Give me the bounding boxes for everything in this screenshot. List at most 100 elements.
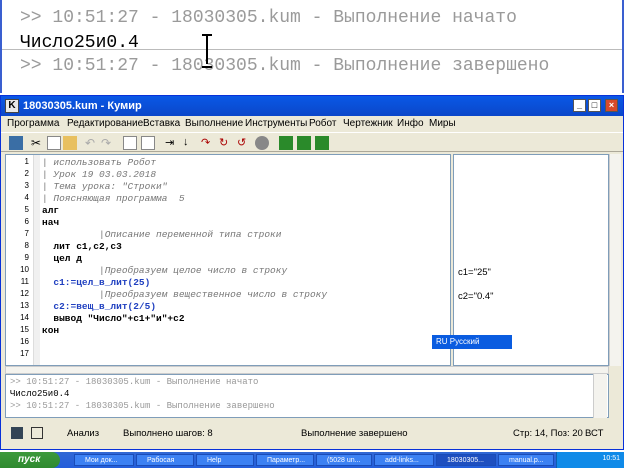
undo-icon[interactable]: ↶ bbox=[85, 136, 99, 150]
status-state: Выполнение завершено bbox=[301, 428, 408, 439]
save-status-icon[interactable] bbox=[11, 427, 23, 439]
editor-horizontal-scrollbar[interactable] bbox=[5, 366, 609, 374]
console-line-end: >> 10:51:27 - 18030305.kum - Выполнение … bbox=[10, 401, 275, 411]
line-number: 2 bbox=[24, 169, 29, 178]
kumir-app-icon: K bbox=[5, 99, 19, 113]
code-line: лит c1,c2,c3 bbox=[42, 241, 122, 252]
line-number: 9 bbox=[24, 253, 29, 262]
title-bar[interactable]: K 18030305.kum - Кумир _ □ × bbox=[1, 96, 623, 116]
zoom-line-output: Число25и0.4 bbox=[20, 33, 139, 53]
code-line: |Преобразуем целое число в строку bbox=[42, 265, 288, 276]
code-line: | Урок 19 03.03.2018 bbox=[42, 169, 157, 180]
taskbar-item[interactable]: manual.p... bbox=[498, 454, 554, 466]
robot-grid-icon[interactable] bbox=[279, 136, 293, 150]
line-number: 7 bbox=[24, 229, 29, 238]
margin-value-c1: c1="25" bbox=[458, 267, 491, 278]
code-line: кон bbox=[42, 325, 60, 336]
code-line: c2:=вещ_в_лит(2/5) bbox=[42, 301, 157, 312]
code-editor[interactable]: 1 2 3 4 5 6 7 8 9 10 11 12 13 14 15 16 1… bbox=[5, 154, 451, 366]
line-number-gutter: 1 2 3 4 5 6 7 8 9 10 11 12 13 14 15 16 1… bbox=[6, 155, 34, 365]
line-number: 4 bbox=[24, 193, 29, 202]
field-icon[interactable] bbox=[315, 136, 329, 150]
indent-icon[interactable] bbox=[123, 136, 137, 150]
console-scrollbar[interactable] bbox=[593, 374, 607, 418]
line-number: 11 bbox=[20, 277, 29, 286]
taskbar-item[interactable]: (5028 un... bbox=[316, 454, 372, 466]
margin-value-c2: c2="0.4" bbox=[458, 291, 494, 302]
taskbar-item[interactable]: Параметр... bbox=[256, 454, 314, 466]
code-line: |Описание переменной типа строки bbox=[42, 229, 282, 240]
line-number: 1 bbox=[24, 157, 29, 166]
code-line: цел д bbox=[42, 253, 82, 264]
close-button[interactable]: × bbox=[605, 99, 618, 112]
line-number: 15 bbox=[20, 325, 29, 334]
redo-icon[interactable]: ↷ bbox=[101, 136, 115, 150]
line-number: 3 bbox=[24, 181, 29, 190]
taskbar-item[interactable]: add-links... bbox=[374, 454, 434, 466]
menu-insert[interactable]: Вставка bbox=[143, 118, 180, 129]
zoom-line-end: >> 10:51:27 - 18030305.kum - Выполнение … bbox=[20, 56, 550, 76]
line-number: 16 bbox=[20, 337, 29, 346]
status-position: Стр: 14, Поз: 20 bbox=[513, 428, 583, 439]
line-number: 13 bbox=[20, 301, 29, 310]
window-title: 18030305.kum - Кумир bbox=[23, 100, 142, 112]
status-bar: Анализ Выполнено шагов: 8 Выполнение зав… bbox=[1, 424, 623, 444]
step-over-icon[interactable]: ↻ bbox=[219, 136, 233, 150]
close-file-icon[interactable] bbox=[31, 427, 43, 439]
code-line: нач bbox=[42, 217, 60, 228]
toolbar: ✂ ↶ ↷ ⇥ ↓ ↷ ↻ ↺ bbox=[1, 132, 623, 152]
maximize-button[interactable]: □ bbox=[588, 99, 601, 112]
text-cursor-icon bbox=[202, 34, 212, 68]
taskbar: пуск Мои док... Рабосая Help Параметр...… bbox=[0, 452, 624, 468]
step-icon[interactable]: ↓ bbox=[183, 136, 197, 150]
code-line: |Преобразуем вещественное число в строку bbox=[42, 289, 328, 300]
menu-worlds[interactable]: Миры bbox=[429, 118, 456, 129]
menu-tools[interactable]: Инструменты bbox=[245, 118, 307, 129]
menu-info[interactable]: Инфо bbox=[397, 118, 424, 129]
taskbar-item[interactable]: Рабосая bbox=[136, 454, 194, 466]
zoom-separator bbox=[2, 49, 622, 50]
language-indicator[interactable]: RU Русский bbox=[432, 335, 512, 349]
outdent-icon[interactable] bbox=[141, 136, 155, 150]
menu-bar: Программа Редактирование Вставка Выполне… bbox=[1, 116, 623, 132]
taskbar-item[interactable]: Мои док... bbox=[74, 454, 134, 466]
line-number: 10 bbox=[20, 265, 29, 274]
line-number: 6 bbox=[24, 217, 29, 226]
taskbar-item-active[interactable]: 18030305... bbox=[436, 454, 496, 466]
taskbar-item[interactable]: Help bbox=[196, 454, 254, 466]
save-icon[interactable] bbox=[9, 136, 23, 150]
line-number: 8 bbox=[24, 241, 29, 250]
zoom-line-start: >> 10:51:27 - 18030305.kum - Выполнение … bbox=[20, 8, 517, 28]
line-number: 5 bbox=[24, 205, 29, 214]
menu-edit[interactable]: Редактирование bbox=[67, 118, 143, 129]
line-number: 17 bbox=[20, 349, 29, 358]
editor-vertical-scrollbar[interactable] bbox=[609, 154, 621, 366]
menu-program[interactable]: Программа bbox=[7, 118, 59, 129]
menu-robot[interactable]: Робот bbox=[309, 118, 336, 129]
start-button[interactable]: пуск bbox=[0, 452, 60, 468]
step-out-icon[interactable]: ↺ bbox=[237, 136, 251, 150]
output-console[interactable]: >> 10:51:27 - 18030305.kum - Выполнение … bbox=[5, 374, 609, 418]
status-steps: Выполнено шагов: 8 bbox=[123, 428, 213, 439]
kumir-window: K 18030305.kum - Кумир _ □ × Программа Р… bbox=[0, 95, 624, 450]
step-into-icon[interactable]: ↷ bbox=[201, 136, 215, 150]
minimize-button[interactable]: _ bbox=[573, 99, 586, 112]
copy-icon[interactable] bbox=[47, 136, 61, 150]
draftsman-icon[interactable] bbox=[297, 136, 311, 150]
stop-icon[interactable] bbox=[255, 136, 269, 150]
menu-run[interactable]: Выполнение bbox=[185, 118, 243, 129]
line-number: 14 bbox=[20, 313, 29, 322]
cut-icon[interactable]: ✂ bbox=[31, 136, 45, 150]
status-insert-mode: ВСТ bbox=[585, 428, 604, 439]
line-number: 12 bbox=[20, 289, 29, 298]
console-line-output: Число25и0.4 bbox=[10, 389, 70, 399]
code-line: | Поясняющая программа 5 bbox=[42, 193, 185, 204]
system-tray: 10:51 bbox=[556, 452, 624, 468]
menu-draftsman[interactable]: Чертежник bbox=[343, 118, 393, 129]
code-line: | использовать Робот bbox=[42, 157, 157, 168]
console-line-start: >> 10:51:27 - 18030305.kum - Выполнение … bbox=[10, 377, 259, 387]
paste-icon[interactable] bbox=[63, 136, 77, 150]
run-icon[interactable]: ⇥ bbox=[165, 136, 179, 150]
code-margin-strip bbox=[34, 155, 40, 365]
code-line: алг bbox=[42, 205, 60, 216]
